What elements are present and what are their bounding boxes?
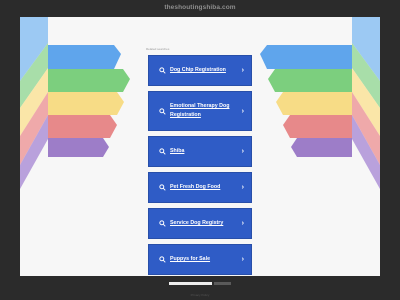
- link-label: Emotional Therapy Dog Registration: [170, 103, 230, 118]
- link-card-dog-chip-registration[interactable]: Dog Chip Registration ›: [148, 55, 252, 86]
- link-card-pet-fresh-dog-food[interactable]: Pet Fresh Dog Food ›: [148, 172, 252, 203]
- link-label: Dog Chip Registration: [170, 67, 226, 73]
- bottom-bar: Privacy Policy: [0, 279, 400, 300]
- search-icon: [159, 220, 166, 227]
- link-label: Shiba: [170, 148, 185, 154]
- privacy-policy-link[interactable]: Privacy Policy: [0, 293, 400, 297]
- link-card-puppys-for-sale[interactable]: Puppys for Sale ›: [148, 244, 252, 275]
- search-icon: [159, 184, 166, 191]
- chevron-right-icon: ›: [241, 184, 244, 191]
- related-searches-label: Related searches: [146, 47, 170, 51]
- chevron-right-icon: ›: [241, 67, 244, 74]
- link-label: Pet Fresh Dog Food: [170, 184, 221, 190]
- link-card-emotional-therapy-dog-registration[interactable]: Emotional Therapy Dog Registration ›: [148, 91, 252, 131]
- link-label: Service Dog Registry: [170, 220, 224, 226]
- chevron-right-icon: ›: [241, 220, 244, 227]
- chevron-right-icon: ›: [241, 107, 244, 115]
- search-icon: [159, 107, 166, 115]
- link-card-service-dog-registry[interactable]: Service Dog Registry ›: [148, 208, 252, 239]
- search-icon: [159, 67, 166, 74]
- link-card-shiba[interactable]: Shiba ›: [148, 136, 252, 167]
- bottom-search-input[interactable]: [169, 282, 212, 285]
- site-domain-title: theshoutingshiba.com: [164, 4, 236, 11]
- bottom-search-button[interactable]: [214, 282, 231, 285]
- chevron-right-icon: ›: [241, 148, 244, 155]
- content-panel: Related searches Dog Chip Registration ›…: [20, 17, 380, 276]
- chevron-right-icon: ›: [241, 256, 244, 263]
- link-label: Puppys for Sale: [170, 256, 211, 262]
- related-links-list: Dog Chip Registration › Emotional Therap…: [148, 55, 252, 276]
- search-icon: [159, 148, 166, 155]
- search-icon: [159, 256, 166, 263]
